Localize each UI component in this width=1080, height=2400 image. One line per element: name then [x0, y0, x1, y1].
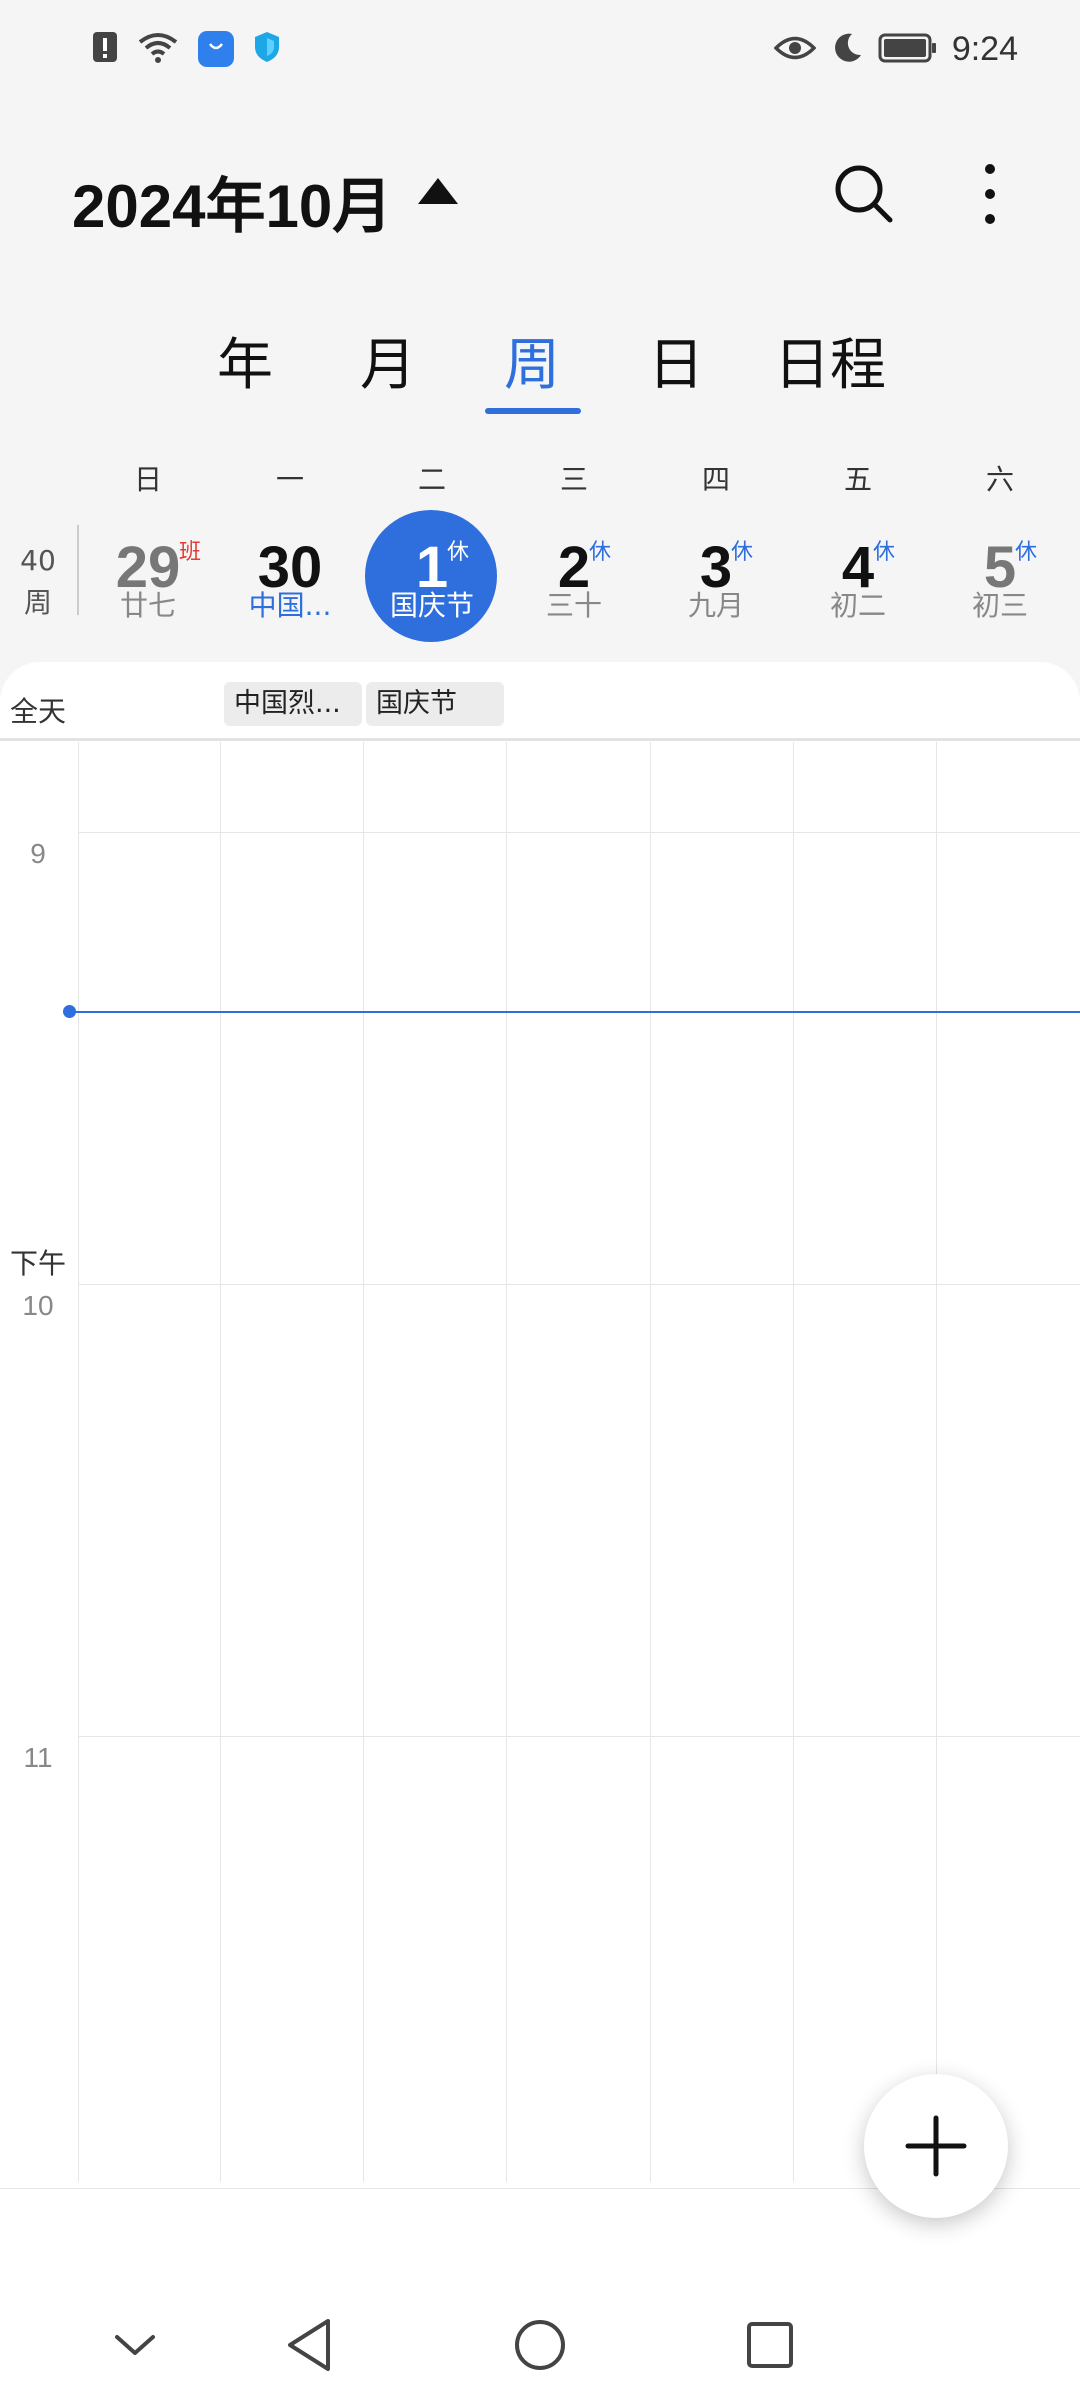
current-time-line [70, 1011, 1080, 1013]
tab-month[interactable]: 月 [360, 320, 416, 401]
weekday-label: 六 [985, 463, 1014, 496]
plus-icon [905, 2115, 967, 2177]
more-icon[interactable] [950, 154, 1030, 234]
weekday-label: 一 [275, 463, 304, 496]
system-nav-bar [0, 2290, 1080, 2400]
day-lunar: 初二 [829, 589, 886, 622]
ampm-label: 下午 [10, 1247, 67, 1280]
grid-hour-line [78, 1736, 1080, 1737]
week-number-value: 40 [20, 544, 56, 577]
allday-divider [0, 738, 1080, 741]
back-icon[interactable] [275, 2310, 345, 2380]
grid-column-line [363, 742, 364, 2182]
week-number: 40 周 [10, 540, 66, 624]
status-bar: 9:24 [0, 0, 1080, 110]
day-badge-holiday: 休 [873, 540, 896, 565]
allday-event[interactable]: 中国烈... [224, 682, 362, 726]
month-title[interactable]: 2024年10月 [72, 158, 392, 245]
search-icon[interactable] [824, 154, 904, 234]
hour-label: 10 [22, 1290, 54, 1321]
tab-underline [485, 408, 581, 414]
day-badge-holiday: 休 [589, 540, 612, 565]
clock-time: 9:24 [951, 30, 1018, 68]
alert-icon [92, 30, 118, 68]
view-tabs: 年 月 周 日 日程 [0, 320, 1080, 420]
day-cell[interactable]: 3 休 九月 [645, 510, 787, 640]
weekday-label: 四 [701, 463, 730, 496]
day-cell[interactable]: 30 中国... [219, 510, 361, 640]
home-icon[interactable] [505, 2310, 575, 2380]
add-event-button[interactable] [864, 2074, 1008, 2218]
chevron-down-icon[interactable] [100, 2310, 170, 2380]
caret-up-icon[interactable] [418, 178, 458, 204]
day-lunar: 廿七 [119, 589, 176, 622]
grid-column-line [220, 742, 221, 2182]
moon-icon [830, 31, 864, 69]
tab-year[interactable]: 年 [217, 320, 273, 401]
battery-icon [878, 32, 938, 68]
day-lunar: 九月 [687, 589, 744, 622]
tab-day[interactable]: 日 [648, 320, 704, 401]
weekday-header: 日 一 二 三 四 五 六 [0, 458, 1080, 498]
day-cell[interactable]: 5 休 初三 [929, 510, 1071, 640]
day-badge-holiday: 休 [1015, 540, 1038, 565]
grid-column-line [650, 742, 651, 2182]
grid-column-line [506, 742, 507, 2182]
day-lunar: 初三 [971, 589, 1028, 622]
status-left [92, 30, 282, 68]
day-festival: 国庆节 [389, 589, 474, 622]
day-badge-holiday: 休 [731, 540, 754, 565]
day-cell[interactable]: 2 休 三十 [503, 510, 645, 640]
weekday-label: 日 [133, 463, 162, 496]
grid-column-line [793, 742, 794, 2182]
current-time-dot [63, 1005, 76, 1018]
tab-agenda[interactable]: 日程 [774, 320, 886, 401]
grid-hour-line [78, 832, 1080, 833]
hour-label: 9 [30, 838, 46, 869]
allday-event[interactable]: 国庆节 [366, 682, 504, 726]
recents-icon[interactable] [735, 2310, 805, 2380]
hour-label: 11 [23, 1742, 53, 1773]
day-badge-holiday: 休 [447, 540, 470, 565]
day-cell-today[interactable]: 1 休 国庆节 [361, 510, 503, 640]
eye-icon [773, 33, 817, 67]
day-cell[interactable]: 29 班 廿七 [77, 510, 219, 640]
day-cell[interactable]: 4 休 初二 [787, 510, 929, 640]
grid-column-line [936, 742, 937, 2182]
day-lunar: 三十 [545, 589, 602, 622]
status-right: 9:24 [773, 30, 1018, 69]
shield-icon [252, 30, 282, 68]
tab-week[interactable]: 周 [504, 320, 560, 401]
day-festival: 中国... [248, 589, 332, 622]
weekday-label: 三 [559, 463, 588, 496]
weekday-label: 二 [417, 463, 446, 496]
wifi-icon [136, 30, 180, 68]
grid-hour-line [78, 1284, 1080, 1285]
week-number-suffix: 周 [23, 586, 52, 619]
grid-column-line [78, 742, 79, 2182]
day-badge-work: 班 [179, 540, 202, 565]
weekday-label: 五 [843, 463, 872, 496]
allday-label: 全天 [10, 695, 67, 728]
app-header: 2024年10月 [0, 130, 1080, 260]
app-store-icon [198, 31, 234, 67]
